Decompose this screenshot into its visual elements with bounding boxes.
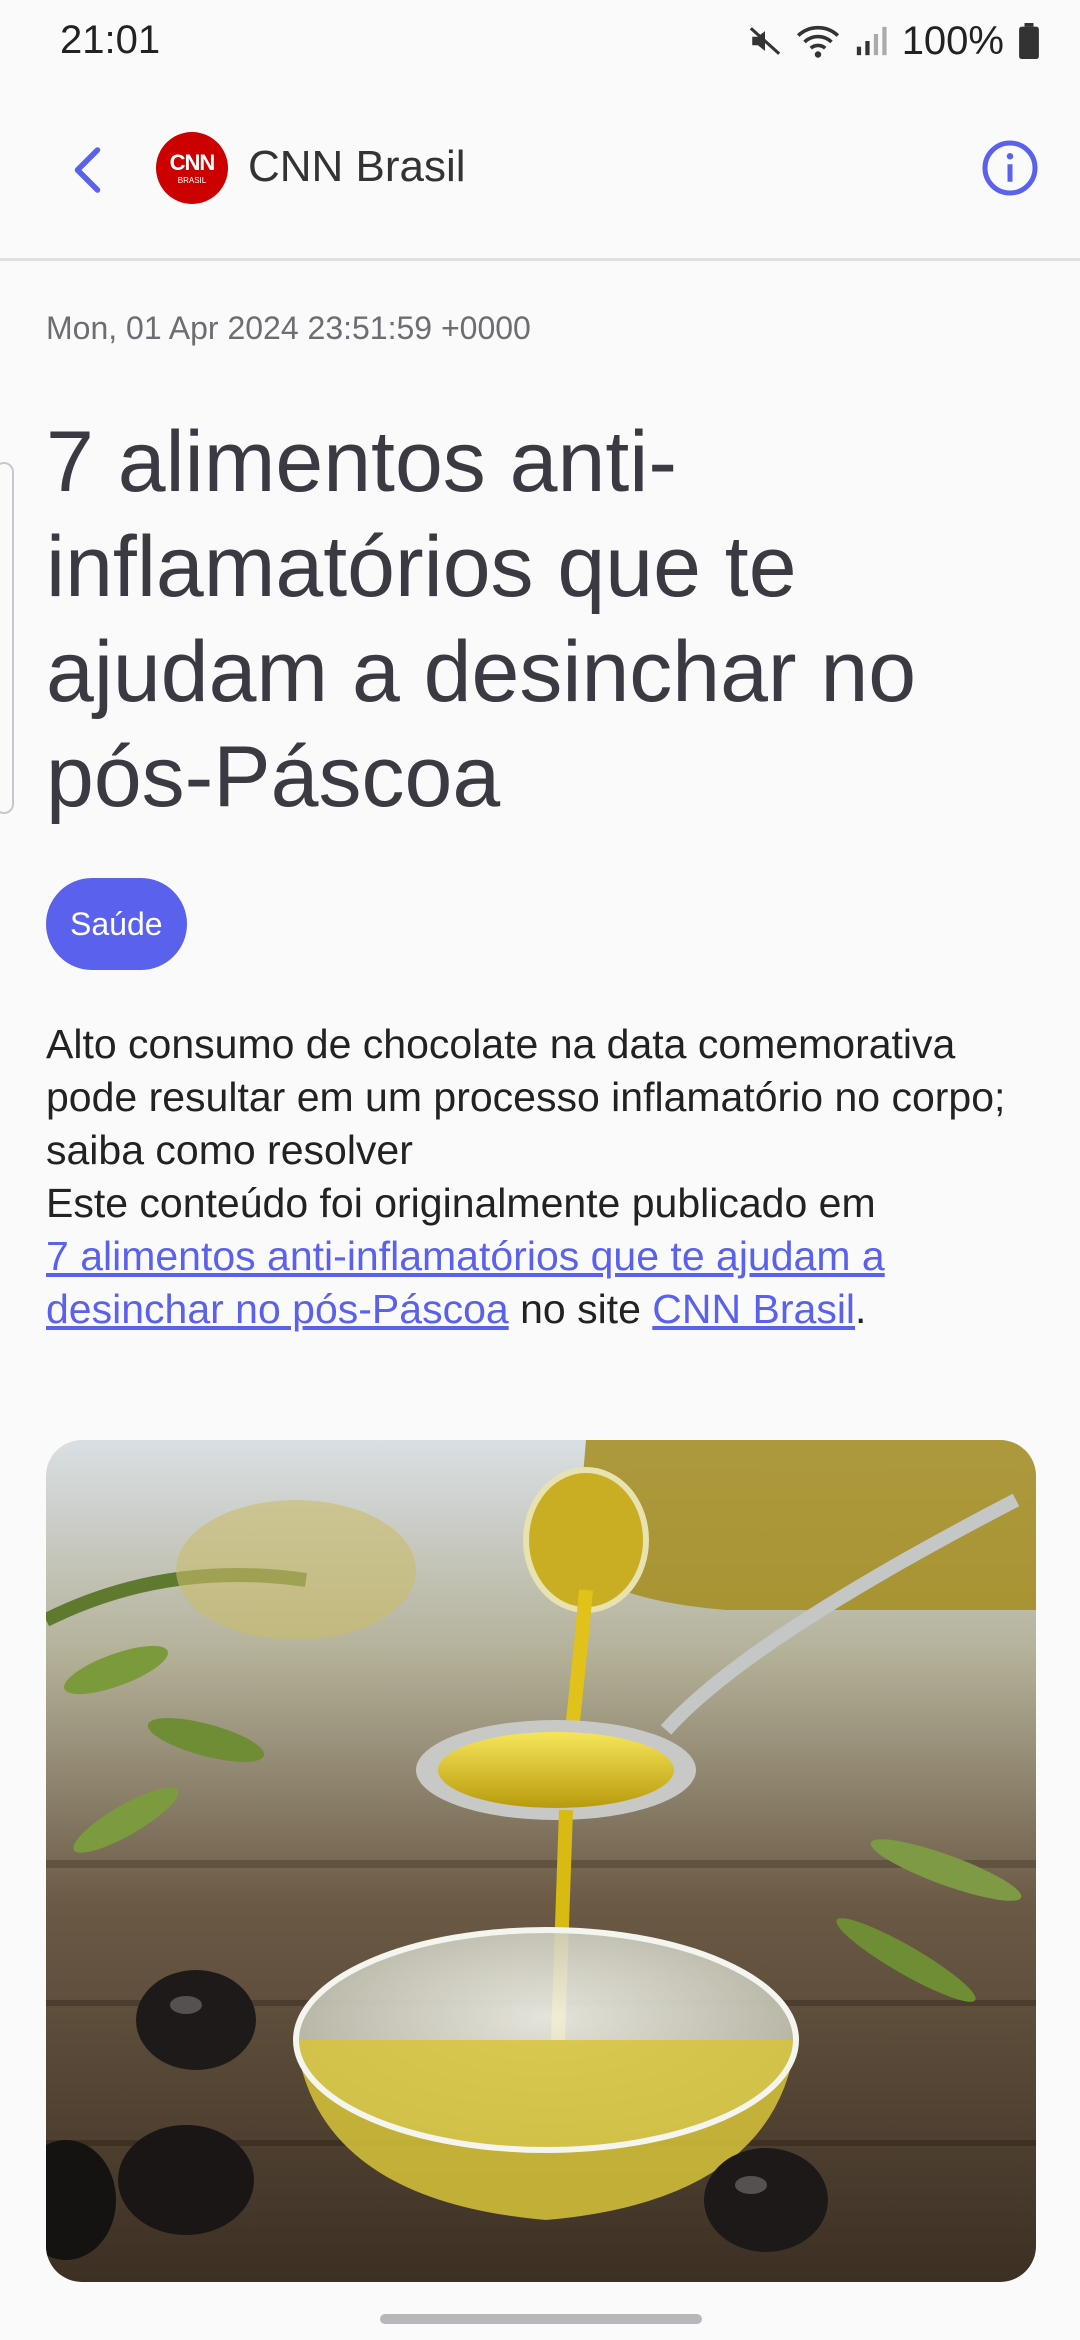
article-date: Mon, 01 Apr 2024 23:51:59 +0000: [46, 310, 531, 346]
published-prefix: Este conteúdo foi originalmente publicad…: [46, 1180, 876, 1226]
article-title: 7 alimentos anti-inflamatórios que te aj…: [46, 414, 917, 825]
battery-percent: 100%: [901, 18, 1004, 63]
edge-panel-handle[interactable]: [0, 462, 14, 814]
logo-text: CNN: [169, 150, 216, 175]
site-prefix: no site: [520, 1286, 641, 1332]
back-arrow-icon[interactable]: [60, 140, 120, 200]
status-icons: 100%: [748, 16, 1040, 66]
source-logo: CNN BRASIL: [156, 132, 228, 204]
info-icon[interactable]: [980, 138, 1040, 198]
article-image[interactable]: [46, 1440, 1036, 2282]
source-name: CNN Brasil: [248, 142, 466, 191]
signal-icon: [856, 26, 887, 56]
battery-icon: [1019, 23, 1039, 59]
status-bar: 21:01 100%: [0, 0, 1080, 84]
wifi-icon: [796, 25, 839, 58]
period: .: [855, 1286, 867, 1332]
status-time: 21:01: [60, 18, 161, 62]
app-bar: CNN BRASIL CNN Brasil: [0, 84, 1080, 261]
gesture-nav-handle[interactable]: [380, 2314, 702, 2324]
summary-text: Alto consumo de chocolate na data comemo…: [46, 1021, 1006, 1173]
logo-subtext: BRASIL: [177, 176, 207, 185]
olive-oil-image: [46, 1440, 1036, 2282]
category-tag[interactable]: Saúde: [46, 878, 187, 970]
mute-icon: [749, 27, 780, 55]
article-summary: Alto consumo de chocolate na data comemo…: [46, 1018, 1046, 1336]
site-link[interactable]: CNN Brasil: [652, 1286, 855, 1332]
